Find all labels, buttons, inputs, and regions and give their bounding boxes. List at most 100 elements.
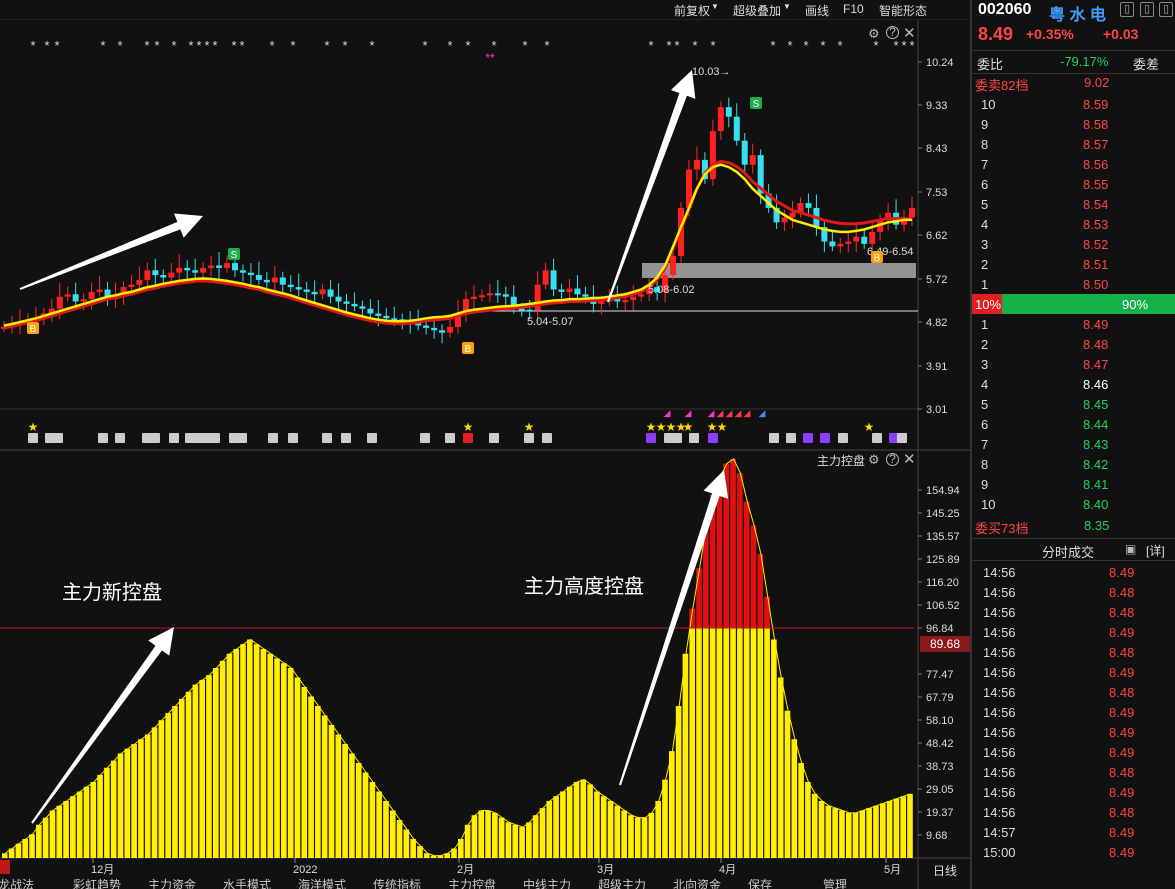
candle	[80, 299, 87, 302]
event-icon	[463, 433, 473, 443]
control-bar	[777, 677, 784, 858]
x-tick-label: 2月	[457, 864, 474, 876]
trade-price: 8.49	[1109, 745, 1135, 760]
help-icon[interactable]: ?	[886, 26, 899, 39]
top-marker: *	[30, 38, 35, 53]
control-bar	[492, 812, 498, 858]
toolbar-pattern[interactable]: 智能形态	[879, 2, 927, 19]
control-bar	[56, 805, 63, 858]
control-bar	[362, 772, 369, 858]
candle	[208, 265, 215, 268]
indicator-tab[interactable]: 主力资金	[148, 878, 196, 889]
ratio-bar-green	[1002, 294, 1175, 314]
top-marker: *	[171, 38, 176, 53]
control-bar	[798, 762, 804, 858]
top-marker: *	[324, 38, 329, 53]
candle	[670, 255, 677, 276]
trade-time: 14:56	[983, 725, 1016, 740]
event-icon	[341, 433, 351, 443]
toolbar-draw[interactable]: 画线	[805, 2, 829, 19]
top-marker: *	[54, 38, 59, 53]
control-bar	[791, 739, 798, 858]
minus-icon[interactable]: ▯	[1120, 2, 1134, 17]
trade-time: 15:00	[983, 845, 1016, 860]
candle	[295, 287, 302, 290]
control-bar	[634, 817, 641, 858]
candle	[789, 212, 796, 218]
control-bar	[192, 684, 199, 858]
trades-detail[interactable]: [详]	[1146, 542, 1165, 559]
control-bar	[580, 779, 587, 858]
lock-icon[interactable]: ▣	[1125, 542, 1136, 556]
indicator-tab[interactable]: 管理	[823, 878, 847, 889]
candle	[216, 265, 223, 268]
trade-time: 14:56	[983, 765, 1016, 780]
indicator-tab[interactable]: 主力控盘	[448, 878, 496, 889]
control-bar-high	[730, 458, 736, 628]
menu-icon[interactable]: ▯	[1159, 2, 1173, 17]
candle	[56, 296, 63, 309]
indicator-tab[interactable]: 中线主力	[523, 878, 571, 889]
indicator-tab[interactable]: 水手模式	[223, 878, 271, 889]
event-icon	[367, 433, 377, 443]
level-price: 8.51	[1083, 257, 1109, 272]
buy-level-row: 4 8.46	[973, 375, 1175, 395]
indicator-tab[interactable]: 北向资金	[673, 878, 721, 889]
event-icon	[185, 433, 195, 443]
chevron-down-icon[interactable]: ▼	[711, 2, 719, 11]
control-bar	[287, 667, 294, 858]
trade-row: 14:56 8.48	[973, 603, 1175, 623]
control-bar	[49, 810, 56, 858]
control-bar	[886, 800, 893, 858]
control-bar	[22, 838, 29, 858]
control-bar	[274, 658, 280, 858]
candle	[781, 217, 788, 223]
lock-icon[interactable]: ▯	[1140, 2, 1154, 17]
help-icon[interactable]: ?	[886, 453, 899, 466]
control-bar	[321, 715, 328, 858]
indicator-tab[interactable]: 海洋模式	[298, 878, 346, 889]
gear-icon[interactable]: ⚙	[868, 452, 880, 468]
event-icon	[646, 433, 656, 443]
control-bar	[478, 810, 485, 858]
chevron-down-icon[interactable]: ▼	[783, 2, 791, 11]
indicator-tab[interactable]: 龙战法	[0, 878, 34, 889]
control-bar	[355, 762, 362, 858]
toolbar-f10[interactable]: F10	[843, 2, 864, 16]
level-price: 8.40	[1083, 497, 1109, 512]
control-bar	[505, 822, 512, 858]
control-bar-high	[764, 596, 770, 628]
buy-signal-label: B	[30, 324, 37, 335]
close-icon[interactable]: ✕	[903, 24, 916, 42]
control-bar	[335, 734, 342, 858]
control-bar	[689, 627, 696, 858]
indicator-tab[interactable]: 超级主力	[598, 878, 646, 889]
period-label[interactable]: 日线	[933, 862, 957, 879]
level-price: 8.53	[1083, 217, 1109, 232]
indicator-tab[interactable]: 彩虹趋势	[73, 878, 121, 889]
indicator-tab[interactable]: 传统指标	[373, 878, 421, 889]
top-marker: *	[144, 38, 149, 53]
event-icon	[820, 433, 830, 443]
indicator-tick-label: 58.10	[926, 715, 954, 727]
close-icon[interactable]: ✕	[903, 450, 916, 468]
weicha-label: 委差	[1133, 57, 1160, 72]
gear-icon[interactable]: ⚙	[868, 26, 880, 42]
level-price: 8.56	[1083, 157, 1109, 172]
buy-level-row: 6 8.44	[973, 415, 1175, 435]
trade-row: 14:56 8.48	[973, 643, 1175, 663]
trade-price: 8.49	[1109, 625, 1135, 640]
candle	[136, 279, 143, 285]
candle	[359, 306, 366, 309]
toolbar-fuquan[interactable]: 前复权	[674, 2, 710, 19]
trade-row: 14:56 8.49	[973, 703, 1175, 723]
toolbar-overlay[interactable]: 超级叠加	[733, 2, 781, 19]
indicator-tab[interactable]: 保存	[748, 878, 772, 889]
control-bar	[131, 743, 137, 858]
indicator-tick-label: 19.37	[926, 807, 954, 819]
control-bar	[485, 810, 491, 858]
top-marker: *	[154, 38, 159, 53]
candle	[343, 301, 350, 304]
control-bar	[247, 639, 253, 858]
gold-star: ★	[717, 420, 728, 434]
